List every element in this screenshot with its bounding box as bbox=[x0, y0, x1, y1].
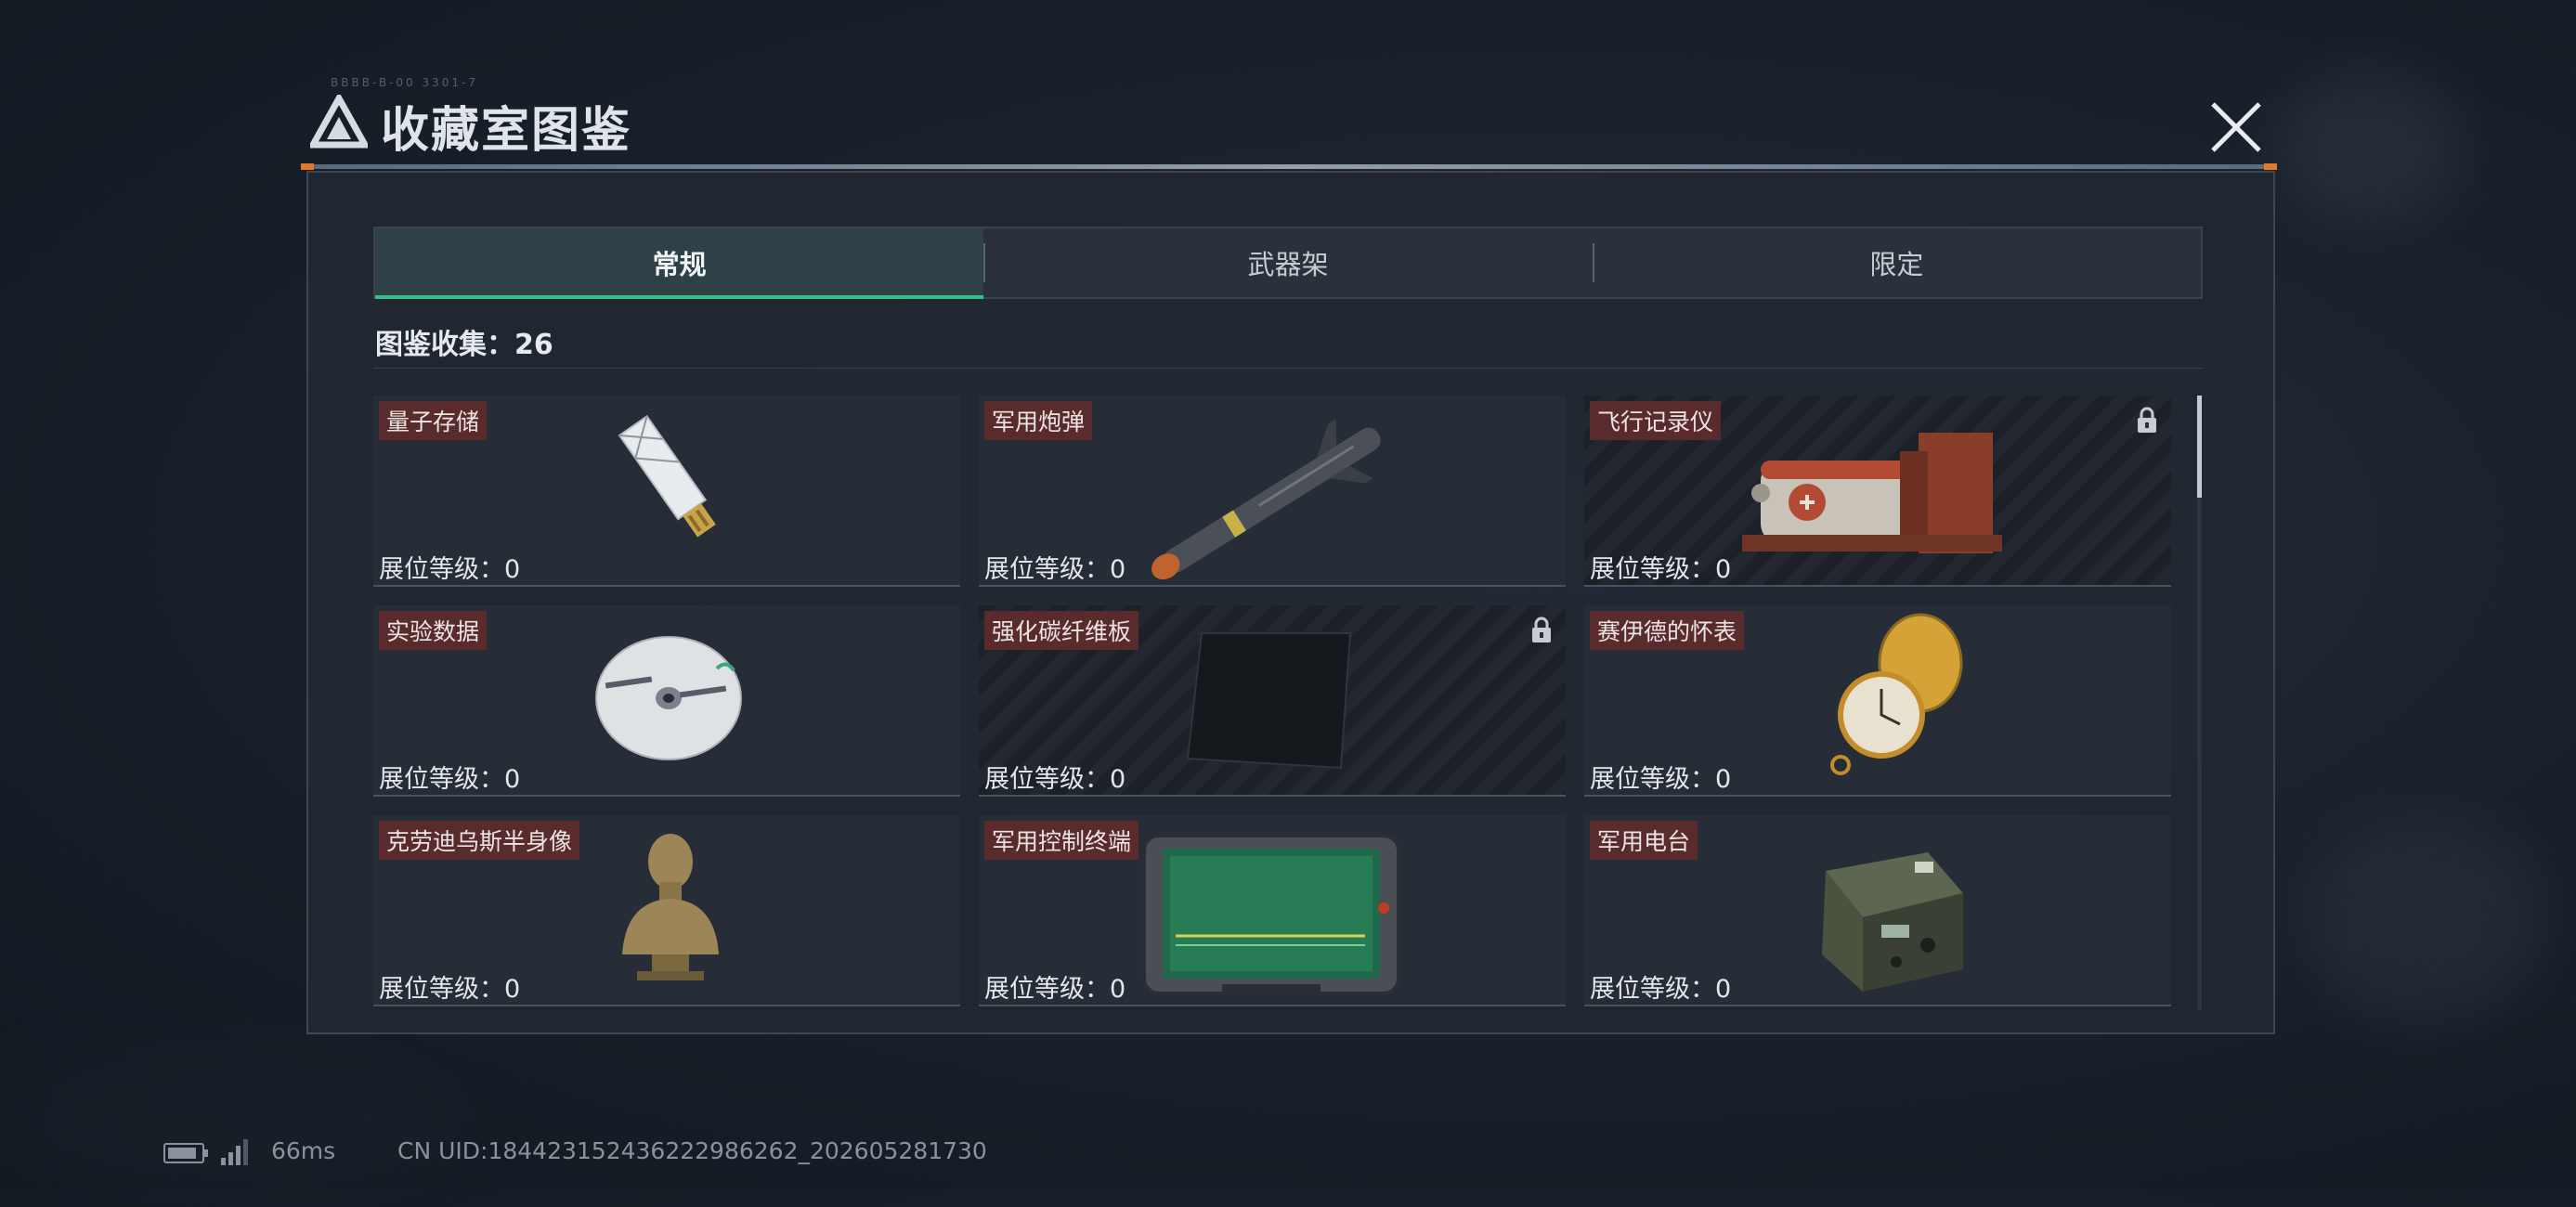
close-icon[interactable] bbox=[2205, 97, 2267, 158]
item-name: 实验数据 bbox=[379, 611, 488, 650]
item-level: 展位等级：0 bbox=[1590, 765, 1732, 794]
window-header: BBBB-B-00 3301-7 收藏室图鉴 bbox=[301, 76, 2277, 170]
item-card[interactable]: 军用电台 展位等级：0 bbox=[1584, 815, 2171, 1006]
collection-count: 图鉴收集：26 bbox=[375, 329, 553, 361]
item-name: 强化碳纤维板 bbox=[984, 611, 1139, 650]
item-level: 展位等级：0 bbox=[379, 975, 521, 1004]
card-underline bbox=[373, 585, 960, 587]
item-card[interactable]: 军用控制终端 展位等级：0 bbox=[979, 815, 1566, 1006]
item-level: 展位等级：0 bbox=[379, 765, 521, 794]
header-deco-text: BBBB-B-00 3301-7 bbox=[331, 76, 478, 89]
divider bbox=[373, 368, 2203, 369]
item-name: 克劳迪乌斯半身像 bbox=[379, 821, 580, 860]
card-underline bbox=[1584, 795, 2171, 797]
item-card[interactable]: 强化碳纤维板 展位等级：0 bbox=[979, 605, 1566, 797]
card-underline bbox=[979, 1005, 1566, 1006]
tab-regular[interactable]: 常规 bbox=[375, 228, 984, 299]
item-name: 飞行记录仪 bbox=[1590, 401, 1722, 440]
header-divider bbox=[303, 164, 2275, 169]
battery-icon bbox=[163, 1143, 208, 1163]
item-card[interactable]: 军用炮弹 展位等级：0 bbox=[979, 396, 1566, 587]
scrollbar[interactable] bbox=[2197, 396, 2202, 1010]
card-underline bbox=[1584, 1005, 2171, 1006]
uid-text: CN UID:1844231524362229862​62_2026052817… bbox=[397, 1137, 987, 1164]
collection-panel: 常规 武器架 限定 图鉴收集：26 量子存储 展位等级：0 军用炮弹 展位等级：… bbox=[306, 171, 2275, 1034]
item-level: 展位等级：0 bbox=[984, 765, 1126, 794]
lock-icon bbox=[2138, 407, 2156, 433]
item-card[interactable]: 量子存储 展位等级：0 bbox=[373, 396, 960, 587]
item-name: 量子存储 bbox=[379, 401, 488, 440]
signal-icon bbox=[221, 1139, 249, 1165]
scroll-thumb[interactable] bbox=[2197, 396, 2202, 498]
card-underline bbox=[373, 1005, 960, 1006]
card-underline bbox=[373, 795, 960, 797]
item-level: 展位等级：0 bbox=[984, 975, 1126, 1004]
card-underline bbox=[979, 795, 1566, 797]
item-card[interactable]: 赛伊德的怀表 展位等级：0 bbox=[1584, 605, 2171, 797]
item-name: 军用炮弹 bbox=[984, 401, 1093, 440]
app-logo-icon bbox=[310, 95, 368, 149]
header-accent-left bbox=[301, 163, 314, 170]
card-underline bbox=[979, 585, 1566, 587]
tab-weapon-rack[interactable]: 武器架 bbox=[983, 228, 1592, 297]
item-card[interactable]: 克劳迪乌斯半身像 展位等级：0 bbox=[373, 815, 960, 1006]
ping-text: 66ms bbox=[271, 1137, 336, 1164]
item-name: 军用控制终端 bbox=[984, 821, 1139, 860]
item-name: 赛伊德的怀表 bbox=[1590, 611, 1745, 650]
item-name: 军用电台 bbox=[1590, 821, 1698, 860]
card-underline bbox=[1584, 585, 2171, 587]
item-level: 展位等级：0 bbox=[1590, 555, 1732, 584]
header-accent-right bbox=[2264, 163, 2277, 170]
item-level: 展位等级：0 bbox=[1590, 975, 1732, 1004]
item-card[interactable]: 飞行记录仪 展位等级：0 bbox=[1584, 396, 2171, 587]
item-level: 展位等级：0 bbox=[984, 555, 1126, 584]
item-grid: 量子存储 展位等级：0 军用炮弹 展位等级：0 飞行记录仪 展位等级：0 实验数… bbox=[373, 396, 2193, 1010]
page-title: 收藏室图鉴 bbox=[381, 103, 632, 159]
item-card[interactable]: 实验数据 展位等级：0 bbox=[373, 605, 960, 797]
lock-icon bbox=[1532, 616, 1551, 642]
tab-bar: 常规 武器架 限定 bbox=[373, 227, 2203, 299]
tab-limited[interactable]: 限定 bbox=[1592, 228, 2201, 297]
item-level: 展位等级：0 bbox=[379, 555, 521, 584]
